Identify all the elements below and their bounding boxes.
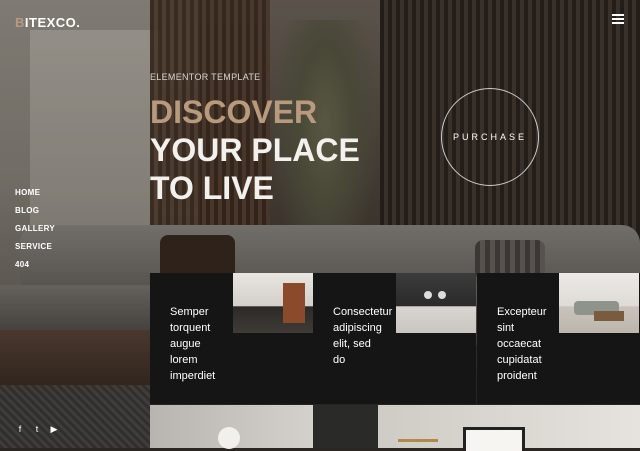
purchase-button[interactable]: PURCHASE — [441, 88, 539, 186]
card-text-line: Excepteur — [497, 306, 547, 318]
nav-item-gallery[interactable]: GALLERY — [15, 222, 55, 240]
feature-card[interactable]: Consectetur adipiscing elit, sed do — [313, 273, 476, 404]
card-text-line: augue — [170, 338, 201, 350]
purchase-label: PURCHASE — [452, 132, 527, 142]
nav-item-service[interactable]: SERVICE — [15, 240, 55, 258]
nav-item-home[interactable]: HOME — [15, 186, 55, 204]
card-text: Semper torquent augue lorem imperdiet — [170, 304, 215, 384]
gallery-image[interactable] — [150, 405, 313, 449]
headline-line-2: YOUR PLACE — [150, 132, 360, 168]
card-text-line: do — [333, 354, 346, 366]
card-text-line: Consectetur — [333, 306, 393, 318]
card-text-line: occaecat — [497, 338, 542, 350]
feature-card[interactable]: Excepteur sint occaecat cupidatat proide… — [477, 273, 640, 404]
hero-headline: DISCOVER YOUR PLACE TO LIVE — [150, 93, 360, 207]
nav-item-404[interactable]: 404 — [15, 258, 55, 276]
twitter-icon[interactable]: t — [32, 424, 42, 434]
card-text: Excepteur sint occaecat cupidatat proide… — [497, 304, 547, 384]
card-text-line: cupidatat — [497, 354, 542, 366]
card-text-line: adipiscing — [333, 322, 382, 334]
card-text-line: sint — [497, 322, 515, 334]
gallery-image[interactable] — [313, 405, 378, 448]
logo-initial: B — [15, 15, 25, 30]
gallery-image[interactable] — [378, 405, 640, 451]
card-text: Consectetur adipiscing elit, sed do — [333, 304, 392, 368]
youtube-icon[interactable]: ▶ — [49, 424, 59, 434]
card-text-line: imperdiet — [170, 370, 216, 382]
card-text-line: lorem — [170, 354, 198, 366]
card-text-line: torquent — [170, 322, 211, 334]
logo[interactable]: BITEXCO. — [15, 15, 80, 30]
side-nav: HOME BLOG GALLERY SERVICE 404 — [15, 186, 55, 276]
facebook-icon[interactable]: f — [15, 424, 25, 434]
card-text-line: elit, sed — [333, 338, 371, 350]
social-links: f t ▶ — [15, 424, 59, 434]
card-text-line: Semper — [170, 306, 209, 318]
nav-item-blog[interactable]: BLOG — [15, 204, 55, 222]
headline-line-1: DISCOVER — [150, 94, 318, 130]
feature-card[interactable]: Semper torquent augue lorem imperdiet — [150, 273, 313, 404]
logo-text: ITEXCO. — [24, 15, 81, 30]
card-thumbnail[interactable] — [233, 273, 313, 333]
card-text-line: proident — [497, 370, 537, 382]
card-thumbnail[interactable] — [559, 273, 639, 333]
card-thumbnail[interactable] — [396, 273, 476, 333]
headline-line-3: TO LIVE — [150, 170, 274, 206]
hamburger-menu-icon[interactable] — [612, 12, 624, 24]
hero-eyebrow: ELEMENTOR TEMPLATE — [150, 72, 261, 82]
